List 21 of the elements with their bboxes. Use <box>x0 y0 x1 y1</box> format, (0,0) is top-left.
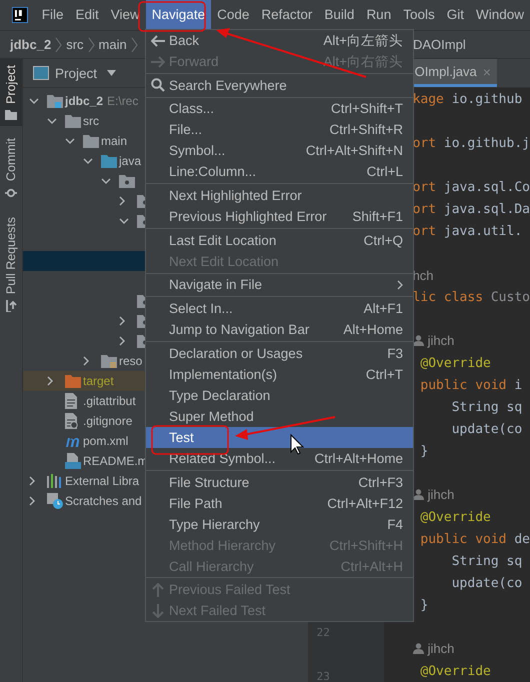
code-line: update(co <box>450 422 522 437</box>
code-line: ort java.sql.Co <box>412 180 530 195</box>
code-line: String sq <box>450 400 522 415</box>
author-hint: jihch <box>428 333 454 348</box>
code-line: kage io.github <box>412 92 522 107</box>
code-line: ort java.sql.Da <box>412 202 530 217</box>
code-line: @Override <box>419 356 491 371</box>
code-line: lic class Custo <box>412 290 530 305</box>
code-line: update(co <box>450 576 522 591</box>
code-line: @Override <box>419 664 491 679</box>
code-line: public void de <box>419 532 530 547</box>
module-path: E:\rec <box>107 94 138 108</box>
author-hint: jihch <box>428 641 454 656</box>
code-line: @Override <box>419 510 491 525</box>
code-line: ort io.github.j <box>412 136 530 151</box>
code-line: public void i <box>419 378 522 393</box>
code-line: } <box>419 598 428 613</box>
code-line: ort java.util. <box>412 224 522 239</box>
code-line: } <box>419 444 428 459</box>
author-hint: jihch <box>428 487 454 502</box>
code-line: String sq <box>450 554 522 569</box>
